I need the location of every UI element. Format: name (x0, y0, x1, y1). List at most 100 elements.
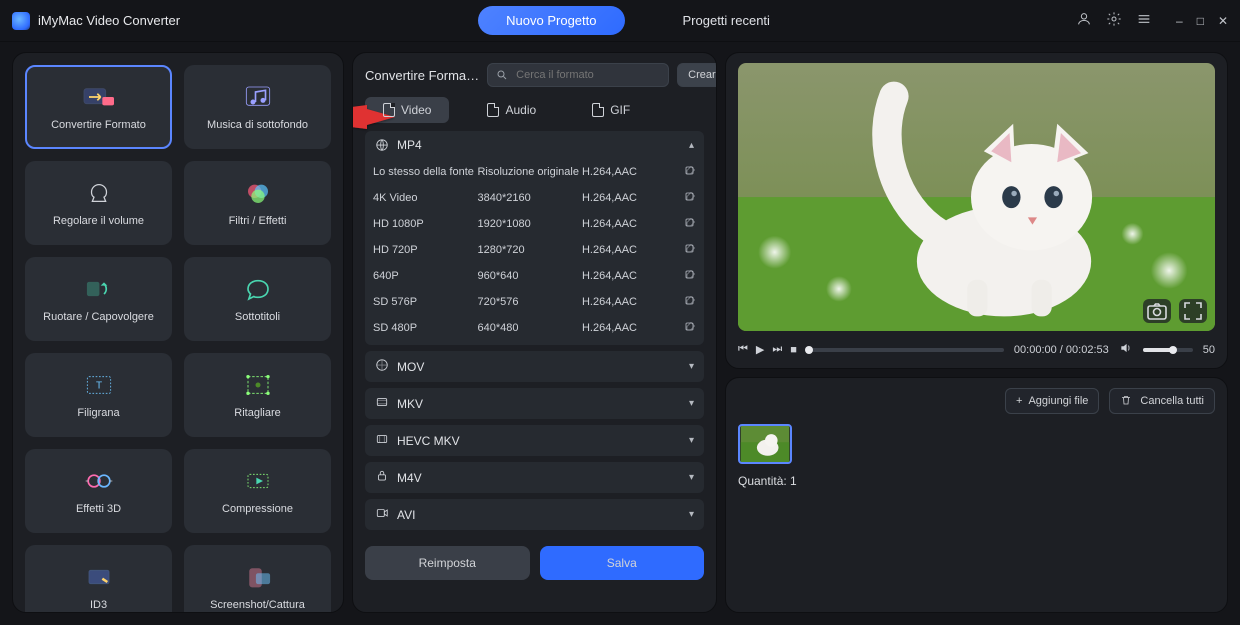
accordion-section: MOV ▾ (365, 351, 704, 382)
format-search[interactable] (487, 63, 669, 87)
subtitles-icon (238, 275, 278, 303)
accordion-section: HEVC MKV ▾ (365, 425, 704, 456)
format-row[interactable]: SD 480P 640*480 H.264,AAC (373, 315, 696, 341)
tool-id3[interactable]: ID3 (25, 545, 172, 613)
tool-label: Musica di sottofondo (207, 119, 308, 131)
format-name: Lo stesso della fonte (373, 166, 477, 178)
tool-subtitles[interactable]: Sottotitoli (184, 257, 331, 341)
edit-format-button[interactable] (684, 191, 696, 206)
accordion-header[interactable]: MOV ▾ (365, 351, 704, 382)
camera-icon (1143, 299, 1171, 323)
tool-adjust-volume[interactable]: Regolare il volume (25, 161, 172, 245)
chevron-down-icon: ▾ (689, 509, 694, 520)
format-group-label: MKV (397, 397, 423, 411)
tool-label: Sottotitoli (235, 311, 280, 323)
file-thumbnail[interactable] (738, 424, 792, 464)
watermark-icon: T (79, 371, 119, 399)
crop-icon (238, 371, 278, 399)
tool-filters-effects[interactable]: Filtri / Effetti (184, 161, 331, 245)
accordion-header[interactable]: MKV ▾ (365, 388, 704, 419)
stop-button[interactable]: ■ (790, 344, 797, 356)
reset-button[interactable]: Reimposta (365, 546, 530, 580)
user-icon[interactable] (1076, 11, 1092, 30)
accordion-header[interactable]: M4V ▾ (365, 462, 704, 493)
next-button[interactable]: ⏭ (772, 343, 782, 356)
edit-format-button[interactable] (684, 243, 696, 258)
create-format-button[interactable]: Creare (677, 63, 717, 87)
fullscreen-button[interactable] (1179, 299, 1207, 323)
filters-effects-icon (238, 179, 278, 207)
format-row[interactable]: Lo stesso della fonte Risoluzione origin… (373, 159, 696, 185)
preview-panel: ⏮ ▶ ⏭ ■ 00:00:00 / 00:02:53 50 (725, 52, 1228, 369)
gear-icon[interactable] (1106, 11, 1122, 30)
edit-format-button[interactable] (684, 217, 696, 232)
titlebar: iMyMac Video Converter Nuovo Progetto Pr… (0, 0, 1240, 42)
format-name: HD 720P (373, 244, 477, 256)
format-codec: H.264,AAC (582, 166, 676, 178)
save-button[interactable]: Salva (540, 546, 705, 580)
format-row[interactable]: HD 1080P 1920*1080 H.264,AAC (373, 211, 696, 237)
edit-format-button[interactable] (684, 165, 696, 180)
play-button[interactable]: ▶ (756, 343, 764, 356)
prev-button[interactable]: ⏮ (738, 343, 748, 356)
format-search-input[interactable] (514, 68, 660, 82)
format-name: 4K Video (373, 192, 477, 204)
tool-convert-format[interactable]: Convertire Formato (25, 65, 172, 149)
quantity-label: Quantità: 1 (738, 474, 1215, 488)
timeline-slider[interactable] (807, 348, 1004, 352)
tab-new-project[interactable]: Nuovo Progetto (478, 6, 624, 35)
tool-label: Filigrana (77, 407, 119, 419)
edit-format-button[interactable] (684, 269, 696, 284)
tool-label: Effetti 3D (76, 503, 121, 515)
format-group-icon (375, 395, 389, 412)
format-codec: H.264,AAC (582, 322, 676, 334)
format-tab-gif[interactable]: GIF (574, 97, 648, 123)
accordion-header[interactable]: AVI ▾ (365, 499, 704, 530)
format-tab-audio[interactable]: Audio (469, 97, 554, 123)
format-name: SD 480P (373, 322, 477, 334)
window-close-button[interactable]: ✕ (1218, 14, 1228, 28)
screenshot-icon (238, 563, 278, 591)
trash-icon (1120, 394, 1134, 408)
format-row[interactable]: HD 720P 1280*720 H.264,AAC (373, 237, 696, 263)
edit-format-button[interactable] (684, 321, 696, 336)
format-tab-video[interactable]: Video (365, 97, 449, 123)
accordion-header[interactable]: HEVC MKV ▾ (365, 425, 704, 456)
format-resolution: 960*640 (477, 270, 581, 282)
chevron-down-icon: ▾ (689, 472, 694, 483)
adjust-volume-icon (79, 179, 119, 207)
window-maximize-button[interactable]: □ (1197, 14, 1204, 28)
window-minimize-button[interactable]: – (1176, 14, 1183, 28)
video-preview[interactable] (738, 63, 1215, 331)
format-resolution: 1920*1080 (477, 218, 581, 230)
tool-screenshot[interactable]: Screenshot/Cattura (184, 545, 331, 613)
tool-3d-effects[interactable]: Effetti 3D (25, 449, 172, 533)
accordion-section: AVI ▾ (365, 499, 704, 530)
hamburger-icon[interactable] (1136, 11, 1152, 30)
format-row[interactable]: 640P 960*640 H.264,AAC (373, 263, 696, 289)
tab-recent-projects[interactable]: Progetti recenti (655, 6, 798, 35)
time-display: 00:00:00 / 00:02:53 (1014, 344, 1109, 356)
add-file-button[interactable]: + Aggiungi file (1005, 388, 1099, 414)
format-codec: H.264,AAC (582, 192, 676, 204)
format-row[interactable]: SD 576P 720*576 H.264,AAC (373, 289, 696, 315)
clear-all-button[interactable]: Cancella tutti (1109, 388, 1215, 414)
compression-icon (238, 467, 278, 495)
format-resolution: 3840*2160 (477, 192, 581, 204)
tool-rotate-flip[interactable]: Ruotare / Capovolgere (25, 257, 172, 341)
volume-slider[interactable] (1143, 348, 1193, 352)
edit-format-button[interactable] (684, 295, 696, 310)
format-row[interactable]: 4K Video 3840*2160 H.264,AAC (373, 185, 696, 211)
convert-format-icon (79, 83, 119, 111)
tool-watermark[interactable]: T Filigrana (25, 353, 172, 437)
accordion-header-mp4[interactable]: MP4 ▴ (365, 131, 704, 159)
fullscreen-icon (1179, 299, 1207, 323)
svg-text:T: T (95, 380, 101, 391)
tool-crop[interactable]: Ritagliare (184, 353, 331, 437)
tool-label: Convertire Formato (51, 119, 146, 131)
tool-compression[interactable]: Compressione (184, 449, 331, 533)
format-name: SD 576P (373, 296, 477, 308)
snapshot-button[interactable] (1143, 299, 1171, 323)
tool-bg-music[interactable]: Musica di sottofondo (184, 65, 331, 149)
volume-icon[interactable] (1119, 341, 1133, 358)
